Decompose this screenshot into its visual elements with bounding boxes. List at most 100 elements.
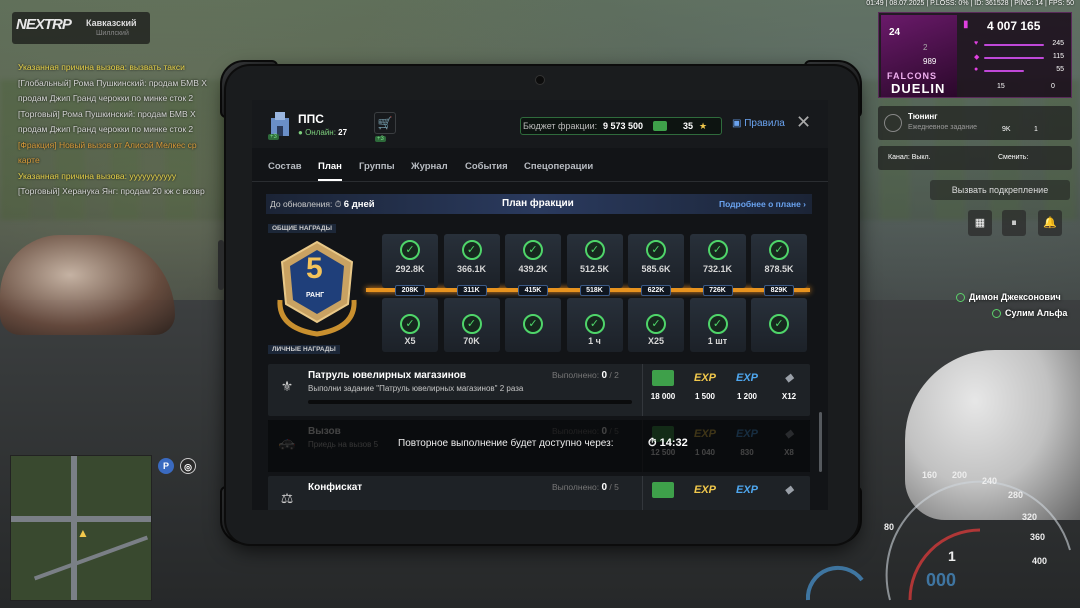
budget-label: Бюджет фракции: xyxy=(523,121,598,131)
voice-icon xyxy=(992,309,1001,319)
hunger-icon: ● xyxy=(974,66,979,73)
tuning-title: Тюнинг xyxy=(908,112,938,121)
common-reward-cell[interactable]: ✓ 366.1K xyxy=(443,234,500,288)
tuning-value-2: 1 xyxy=(1034,126,1038,133)
milestone-label: 829K xyxy=(764,285,794,296)
tablet-side-button[interactable] xyxy=(218,240,224,290)
profile-brand: FALCONS xyxy=(887,71,938,81)
check-icon: ✓ xyxy=(646,240,666,260)
cart-icon: 🛒 xyxy=(377,116,393,130)
close-icon[interactable]: ✕ xyxy=(796,112,811,133)
common-reward-value: 366.1K xyxy=(456,264,487,274)
profile-avatar: 24 FALCONS DUELIN xyxy=(881,15,957,97)
tab-special-ops[interactable]: Спецоперации xyxy=(524,161,593,172)
background-car-left xyxy=(0,235,175,335)
tuning-task[interactable]: Тюнинг Ежедневное задание 9K 1 xyxy=(878,106,1072,140)
task-progress-bar xyxy=(308,400,632,404)
calendar-icon[interactable]: ▦ xyxy=(968,210,992,236)
stat-row: ● 55 xyxy=(974,66,1066,76)
tablet-screen: +3 ППС ● Онлайн: 27 🛒 +3 Бюджет фракции:… xyxy=(252,100,828,510)
call-backup-button[interactable]: Вызвать подкрепление xyxy=(930,180,1070,200)
armor-icon: ◆ xyxy=(974,54,980,61)
voice-user-name: Димон Джексонович xyxy=(969,292,1061,302)
chat-message: [Торговый] Рома Пушкинский: продам БМВ X xyxy=(18,108,196,119)
chat-message: продам Джип Гранд черокки по минке сток … xyxy=(18,93,194,103)
personal-reward-cell[interactable]: ✓ X5 xyxy=(382,298,438,352)
tab-staff[interactable]: Состав xyxy=(268,161,302,172)
tab-events[interactable]: События xyxy=(465,161,508,172)
task-total-count: 5 xyxy=(614,482,619,492)
status-topbar: 01:49 | 08.07.2025 | P.LOSS: 0% | ID: 36… xyxy=(866,0,1074,7)
stat-row: ♥ 245 xyxy=(974,40,1066,50)
speed-tick: 360 xyxy=(1030,532,1046,542)
gear-value: 1 xyxy=(948,548,956,564)
sub-stat: 989 xyxy=(923,57,937,66)
rank-number: 5 xyxy=(306,252,323,285)
personal-reward-cell[interactable]: ✓ xyxy=(751,298,807,352)
faction-online: ● Онлайн: 27 xyxy=(298,128,348,137)
rules-link[interactable]: ▣ Правила xyxy=(732,118,785,129)
chat-message: [Торговый] Херанука Янг: продам 20 кж с … xyxy=(18,186,205,196)
personal-reward-value: X25 xyxy=(647,336,664,346)
tab-journal[interactable]: Журнал xyxy=(411,161,448,172)
common-reward-cell[interactable]: ✓ 732.1K xyxy=(689,234,746,288)
check-icon: ✓ xyxy=(707,314,728,334)
jewel-store-icon: ⚜ xyxy=(280,378,294,394)
fuel-gauge xyxy=(805,565,864,601)
check-icon: ✓ xyxy=(461,240,482,260)
minimap[interactable]: ▲ xyxy=(10,455,152,601)
bell-icon[interactable]: 🔔 xyxy=(1038,210,1062,236)
task-done-count: 0 xyxy=(601,482,608,493)
map-road xyxy=(11,516,151,522)
timer-icon: ⏱ xyxy=(648,437,657,449)
chat-message: продам Джип Гранд черокки по минке сток … xyxy=(18,124,194,134)
task-scrollbar[interactable] xyxy=(819,412,822,472)
player-profile[interactable]: 24 FALCONS DUELIN ▮ 4 007 165 ♥ 245 ◆ 115 … xyxy=(878,12,1072,98)
common-reward-cell[interactable]: ✓ 292.8K xyxy=(382,234,438,288)
voice-user-name: Сулим Альфа xyxy=(1005,308,1068,318)
server-name: Кавказский xyxy=(86,18,137,28)
personal-reward-cell[interactable]: ✓ xyxy=(505,298,561,352)
online-count: 27 xyxy=(338,128,348,137)
tab-groups[interactable]: Группы xyxy=(359,161,395,172)
check-icon: ✓ xyxy=(461,314,482,334)
common-reward-cell[interactable]: ✓ 585.6K xyxy=(628,234,684,288)
cooldown-message: Повторное выполнение будет доступно чере… xyxy=(398,438,614,449)
exp-blue-icon: EXP xyxy=(736,484,759,496)
faction-badge: +3 xyxy=(268,134,279,140)
personal-reward-value: 1 шт xyxy=(707,336,728,346)
plan-more-link[interactable]: Подробнее о плане › xyxy=(719,194,806,214)
exp-gold-icon: EXP xyxy=(694,484,717,496)
channel-change[interactable]: Сменить: xyxy=(998,154,1028,161)
milestone-label: 518K xyxy=(579,285,610,296)
chat-message: Указанная причина вызова: вызвать такси xyxy=(18,62,185,72)
personal-reward-cell[interactable]: ✓ X25 xyxy=(628,298,684,352)
pause-icon[interactable]: ⏸ xyxy=(1002,210,1026,236)
quick-tiles: ▦ ⏸ 🔔 xyxy=(968,210,1068,240)
player-marker-icon: ▲ xyxy=(77,526,89,540)
personal-reward-value: 1 ч xyxy=(588,336,601,346)
cooldown-value: 14:32 xyxy=(659,437,688,449)
personal-reward-cell[interactable]: ✓ 70K xyxy=(443,298,500,352)
task-total-count: 2 xyxy=(614,370,619,380)
gem-icon: ◆ xyxy=(784,484,794,496)
active-tab-indicator xyxy=(318,179,342,181)
channel-panel[interactable]: Канал: Выкл. Сменить: xyxy=(878,146,1072,170)
personal-reward-cell[interactable]: ✓ 1 ч xyxy=(566,298,623,352)
speed-tick: 280 xyxy=(1008,490,1024,500)
common-reward-value: 439.2K xyxy=(518,264,548,274)
channel-label: Канал: Выкл. xyxy=(888,154,931,161)
personal-reward-cell[interactable]: ✓ 1 шт xyxy=(689,298,746,352)
task-rewards: 18 000 EXP 1 500 EXP 1 200 ◆ X12 xyxy=(642,364,810,416)
task-row[interactable]: ⚖ Конфискат Выполнено: 0 / 5 EXP EXP ◆ xyxy=(268,476,810,510)
common-reward-cell[interactable]: ✓ 439.2K xyxy=(505,234,561,288)
chat-message: карте xyxy=(18,155,40,165)
tab-plan[interactable]: План xyxy=(318,161,342,172)
shop-cart-button[interactable]: 🛒 xyxy=(374,112,396,134)
common-reward-cell[interactable]: ✓ 878.5K xyxy=(751,234,807,288)
task-row[interactable]: ⚜ Патруль ювелирных магазинов Выполни зада… xyxy=(268,364,810,416)
speed-tick: 400 xyxy=(1032,556,1048,566)
speedometer: 80 160 200 240 280 320 360 400 1 000 xyxy=(860,430,1080,608)
check-icon: ✓ xyxy=(584,240,605,260)
common-reward-cell[interactable]: ✓ 512.5K xyxy=(566,234,623,288)
